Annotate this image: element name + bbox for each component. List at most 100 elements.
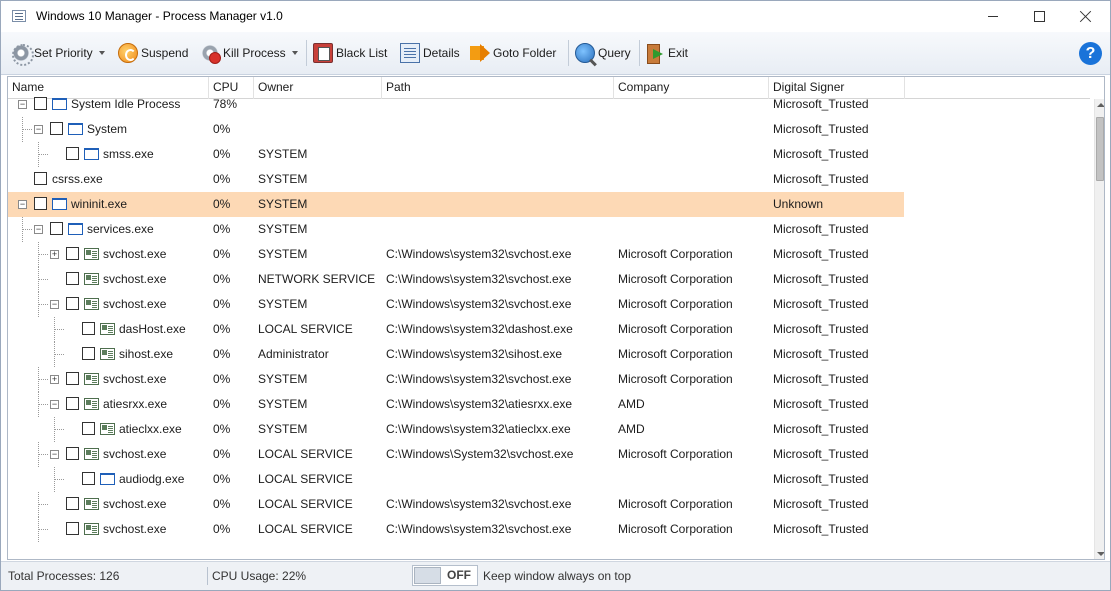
collapse-icon[interactable]: − — [50, 400, 59, 409]
table-row[interactable]: − svchost.exe 0% SYSTEM C:\Windows\system32\… — [8, 292, 904, 317]
table-row[interactable]: svchost.exe 0% NETWORK SERVICE C:\Windows\s… — [8, 267, 904, 292]
service-icon — [100, 323, 115, 335]
service-icon — [84, 298, 99, 310]
tree-connector — [38, 454, 48, 455]
toggle-knob — [414, 567, 441, 584]
maximize-button[interactable] — [1016, 1, 1062, 32]
collapse-icon[interactable]: − — [50, 450, 59, 459]
row-checkbox[interactable] — [66, 397, 79, 410]
tree-connector — [22, 129, 32, 130]
details-button[interactable]: Details — [400, 41, 460, 65]
table-row[interactable]: smss.exe 0% SYSTEM Microsoft_Trusted — [8, 142, 904, 167]
table-row[interactable]: + svchost.exe 0% SYSTEM C:\Windows\system32\… — [8, 242, 904, 267]
row-checkbox[interactable] — [34, 97, 47, 110]
company-value: Microsoft Corporation — [618, 322, 733, 336]
expand-icon[interactable]: + — [50, 250, 59, 259]
scrollbar-thumb[interactable] — [1096, 117, 1104, 181]
close-button[interactable] — [1062, 1, 1108, 32]
signer-value: Microsoft_Trusted — [773, 172, 869, 186]
goto-folder-button[interactable]: Goto Folder — [470, 41, 556, 65]
owner-value: SYSTEM — [258, 147, 308, 161]
always-on-top-toggle[interactable]: OFF — [412, 565, 478, 586]
table-row[interactable]: svchost.exe 0% LOCAL SERVICE C:\Windows\sys… — [8, 492, 904, 517]
scroll-down-icon[interactable] — [1097, 552, 1104, 556]
company-value: Microsoft Corporation — [618, 372, 733, 386]
process-name: svchost.exe — [103, 372, 167, 386]
query-button[interactable]: Query — [575, 41, 631, 65]
table-row[interactable]: sihost.exe 0% Administrator C:\Windows\syst… — [8, 342, 904, 367]
row-checkbox[interactable] — [66, 272, 79, 285]
app-icon — [12, 10, 26, 22]
owner-value: LOCAL SERVICE — [258, 322, 353, 336]
tree-connector — [38, 529, 48, 530]
row-checkbox[interactable] — [34, 172, 47, 185]
window-icon — [100, 473, 115, 485]
collapse-icon[interactable]: − — [18, 100, 27, 109]
goto-folder-label: Goto Folder — [493, 46, 557, 60]
cpu-value: 0% — [213, 222, 231, 236]
table-row[interactable]: svchost.exe 0% LOCAL SERVICE C:\Windows\sys… — [8, 517, 904, 542]
row-checkbox[interactable] — [82, 422, 95, 435]
status-divider — [207, 567, 208, 585]
signer-value: Microsoft_Trusted — [773, 122, 869, 136]
row-checkbox[interactable] — [66, 372, 79, 385]
collapse-icon[interactable]: − — [34, 225, 43, 234]
row-checkbox[interactable] — [50, 122, 63, 135]
table-row[interactable]: + svchost.exe 0% SYSTEM C:\Windows\system32\… — [8, 367, 904, 392]
row-checkbox[interactable] — [82, 347, 95, 360]
minimize-button[interactable] — [970, 1, 1016, 32]
row-checkbox[interactable] — [66, 447, 79, 460]
kill-process-button[interactable]: Kill Process — [200, 41, 298, 65]
cpu-value: 0% — [213, 297, 231, 311]
suspend-icon — [118, 43, 138, 63]
table-row[interactable]: − services.exe 0% SYSTEM Microsoft_Trusted — [8, 217, 904, 242]
signer-value: Microsoft_Trusted — [773, 522, 869, 536]
chevron-down-icon — [291, 51, 298, 55]
table-row[interactable]: − System 0% Microsoft_Trusted — [8, 117, 904, 142]
table-row[interactable]: dasHost.exe 0% LOCAL SERVICE C:\Windows\sys… — [8, 317, 904, 342]
vertical-scrollbar[interactable] — [1094, 99, 1104, 559]
row-checkbox[interactable] — [66, 522, 79, 535]
row-checkbox[interactable] — [66, 497, 79, 510]
table-row[interactable]: − wininit.exe 0% SYSTEM Unknown — [8, 192, 904, 217]
set-priority-label: Set Priority — [34, 46, 93, 60]
tree-connector — [38, 304, 48, 305]
row-checkbox[interactable] — [82, 322, 95, 335]
table-row[interactable]: audiodg.exe 0% LOCAL SERVICE Microsoft_Trus… — [8, 467, 904, 492]
row-checkbox[interactable] — [82, 472, 95, 485]
set-priority-button[interactable]: Set Priority — [11, 41, 105, 66]
row-checkbox[interactable] — [34, 197, 47, 210]
table-row[interactable]: − System Idle Process 78% Microsoft_Trusted — [8, 92, 904, 117]
kill-process-icon — [200, 43, 221, 64]
exit-button[interactable]: Exit — [645, 41, 688, 65]
service-icon — [100, 423, 115, 435]
collapse-icon[interactable]: − — [18, 200, 27, 209]
query-label: Query — [598, 46, 631, 60]
collapse-icon[interactable]: − — [50, 300, 59, 309]
path-value: C:\Windows\system32\svchost.exe — [386, 297, 572, 311]
row-checkbox[interactable] — [66, 297, 79, 310]
tree-connector — [22, 217, 23, 242]
black-list-icon — [313, 43, 333, 63]
row-checkbox[interactable] — [66, 247, 79, 260]
table-row[interactable]: csrss.exe 0% SYSTEM Microsoft_Trusted — [8, 167, 904, 192]
row-checkbox[interactable] — [50, 222, 63, 235]
details-icon — [400, 43, 420, 63]
tree-connector — [38, 142, 39, 167]
row-checkbox[interactable] — [66, 147, 79, 160]
scroll-up-icon[interactable] — [1097, 103, 1104, 107]
company-value: Microsoft Corporation — [618, 522, 733, 536]
suspend-button[interactable]: Suspend — [118, 41, 188, 65]
collapse-icon[interactable]: − — [34, 125, 43, 134]
path-value: C:\Windows\system32\svchost.exe — [386, 497, 572, 511]
black-list-button[interactable]: Black List — [313, 41, 387, 65]
signer-value: Microsoft_Trusted — [773, 297, 869, 311]
table-row[interactable]: − atiesrxx.exe 0% SYSTEM C:\Windows\system32… — [8, 392, 904, 417]
table-row[interactable]: atieclxx.exe 0% SYSTEM C:\Windows\system32\… — [8, 417, 904, 442]
table-row[interactable]: − svchost.exe 0% LOCAL SERVICE C:\Windows\Sy… — [8, 442, 904, 467]
service-icon — [100, 348, 115, 360]
expand-icon[interactable]: + — [50, 375, 59, 384]
service-icon — [84, 448, 99, 460]
help-button[interactable]: ? — [1079, 42, 1102, 65]
toolbar-divider — [568, 40, 569, 66]
